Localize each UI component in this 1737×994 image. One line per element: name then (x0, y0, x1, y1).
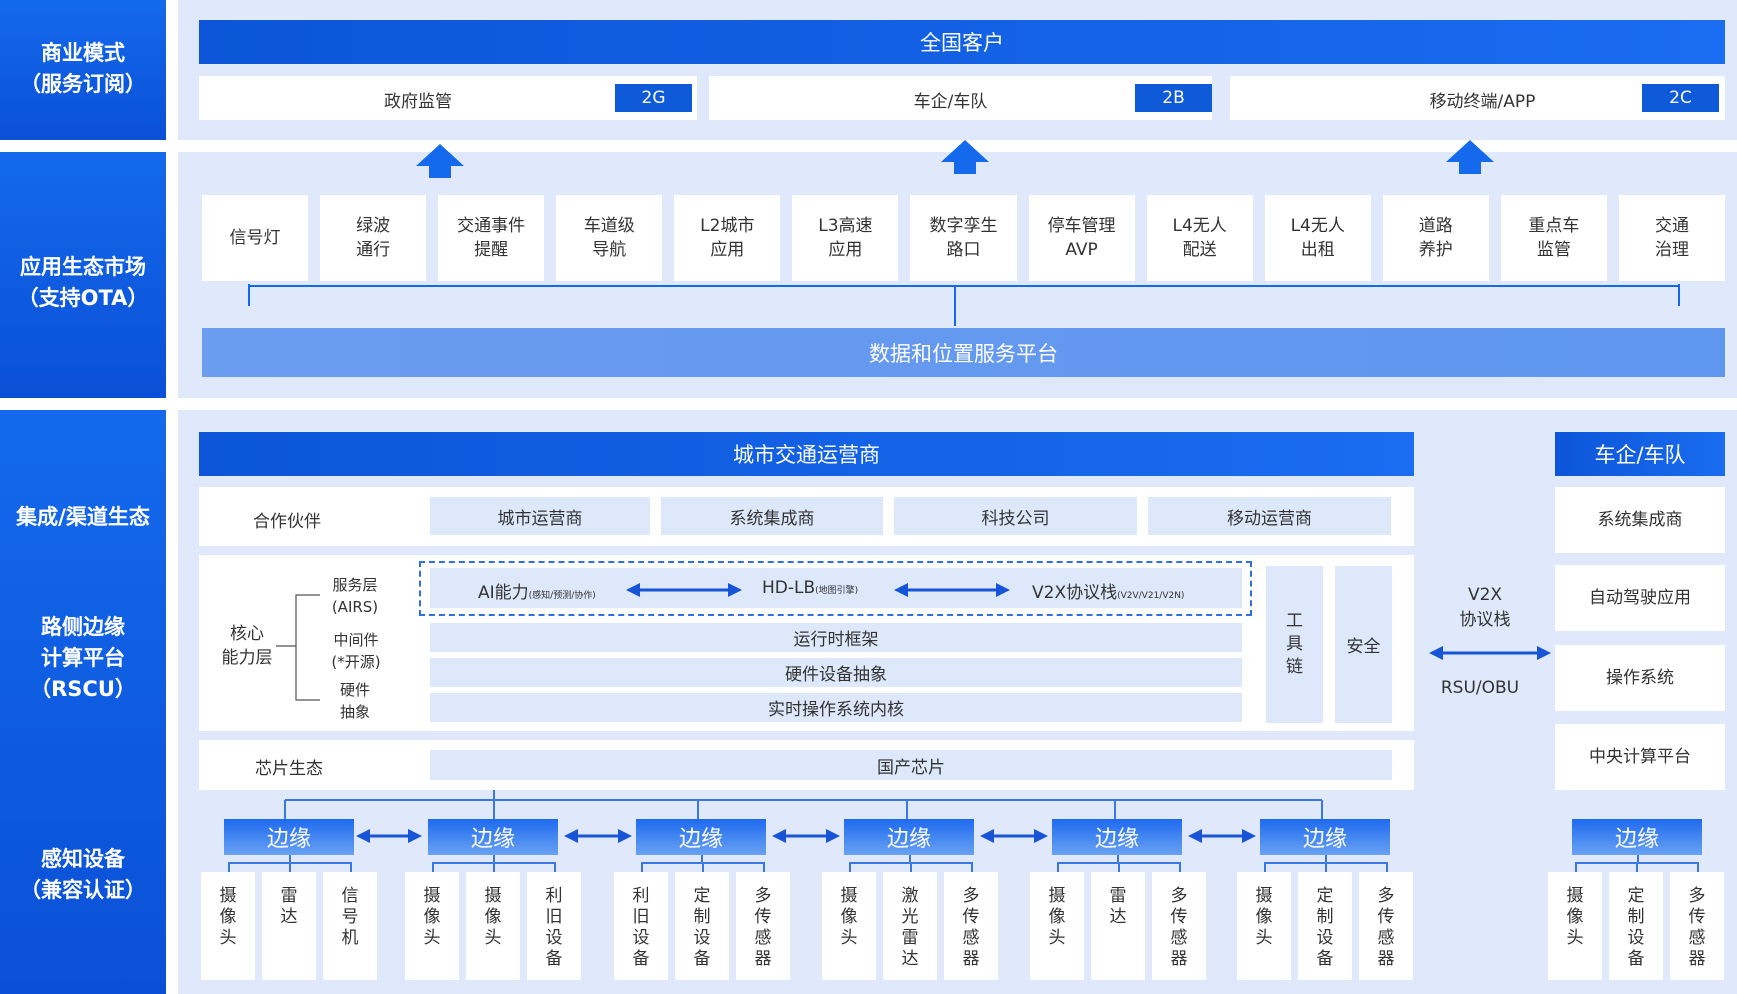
sensor-device: 雷达 (1091, 872, 1145, 980)
edge-bracket (641, 862, 643, 872)
edge-node: 边缘 (224, 819, 354, 855)
edge-bracket (1386, 862, 1388, 872)
edge-bracket (1697, 862, 1699, 872)
sensor-device: 多传感器 (1152, 872, 1206, 980)
edge-bracket (350, 862, 352, 872)
edge-bracket (1179, 862, 1181, 872)
sensor-device: 多传感器 (1359, 872, 1413, 980)
sensor-device: 摄像头 (201, 872, 255, 980)
sensor-device: 多传感器 (736, 872, 790, 980)
edge-bracket (910, 862, 912, 872)
edge-bracket (1325, 862, 1327, 872)
sensor-device: 利旧设备 (527, 872, 581, 980)
edge-bracket (1118, 862, 1120, 872)
edge-bracket (1264, 862, 1266, 872)
edge-bracket (554, 862, 556, 872)
edge-bracket (763, 862, 765, 872)
sensor-device: 摄像头 (1548, 872, 1602, 980)
edge-node: 边缘 (844, 819, 974, 855)
sensor-device: 雷达 (262, 872, 316, 980)
sensor-device: 摄像头 (405, 872, 459, 980)
edge-bracket (228, 862, 230, 872)
sensor-device: 定制设备 (1298, 872, 1352, 980)
edge-bracket (1575, 862, 1577, 872)
sensor-device: 激光雷达 (883, 872, 937, 980)
edge-bracket (432, 862, 434, 872)
edge-bracket (971, 862, 973, 872)
edge-bracket (702, 862, 704, 872)
sensor-device: 定制设备 (1609, 872, 1663, 980)
edge-bracket (1057, 862, 1059, 872)
sensor-device: 摄像头 (1237, 872, 1291, 980)
sensor-device: 摄像头 (1030, 872, 1084, 980)
edge-bracket (1636, 862, 1638, 872)
edge-node: 边缘 (428, 819, 558, 855)
sensor-device: 信号机 (323, 872, 377, 980)
edge-bracket (289, 862, 291, 872)
sensor-device: 利旧设备 (614, 872, 668, 980)
sensor-device: 多传感器 (1670, 872, 1724, 980)
sensor-device: 摄像头 (466, 872, 520, 980)
edge-node: 边缘 (1572, 819, 1702, 855)
sensor-device: 摄像头 (822, 872, 876, 980)
sensor-device: 定制设备 (675, 872, 729, 980)
edge-node: 边缘 (1260, 819, 1390, 855)
sensor-device: 多传感器 (944, 872, 998, 980)
edge-node: 边缘 (636, 819, 766, 855)
edge-bracket (493, 862, 495, 872)
edge-node: 边缘 (1052, 819, 1182, 855)
edge-bracket (849, 862, 851, 872)
